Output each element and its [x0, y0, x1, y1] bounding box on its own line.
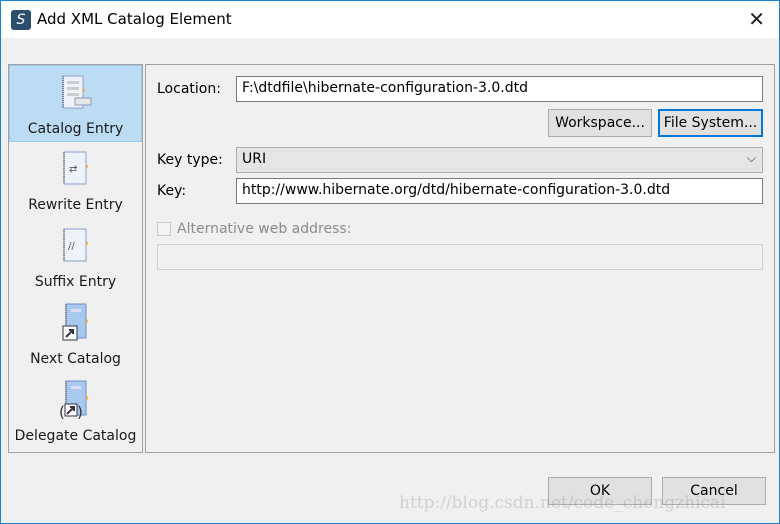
svg-text:(: ( [59, 403, 65, 421]
delegate-catalog-icon: () [59, 380, 88, 421]
key-input[interactable]: http://www.hibernate.org/dtd/hibernate-c… [236, 178, 763, 204]
workspace-button[interactable]: Workspace... [548, 109, 652, 137]
sidebar-item-label: Rewrite Entry [28, 197, 123, 213]
alternative-address-input[interactable] [157, 244, 763, 270]
svg-text:): ) [77, 403, 83, 421]
entry-form: Location: F:\dtdfile\hibernate-configura… [145, 64, 775, 453]
location-label: Location: [157, 81, 221, 97]
sidebar-item-suffix-entry[interactable]: // Suffix Entry [9, 219, 142, 296]
sidebar-item-label: Suffix Entry [34, 274, 117, 290]
sidebar-item-label: Delegate Catalog [14, 428, 137, 444]
dialog-title: Add XML Catalog Element [37, 10, 232, 28]
watermark: http://blog.csdn.net/code_chengzhicai [399, 493, 726, 513]
key-label: Key: [157, 183, 187, 199]
sidebar-item-label: Catalog Entry [27, 121, 124, 137]
suffix-entry-icon: // [63, 228, 88, 262]
sidebar-item-delegate-catalog[interactable]: () Delegate Catalog [9, 373, 142, 450]
app-icon: S [11, 10, 31, 30]
entry-type-list: Catalog Entry ⇄ Rewrite Entry // Suffix … [8, 64, 143, 453]
svg-text://: // [68, 241, 75, 252]
sidebar-item-next-catalog[interactable]: Next Catalog [9, 296, 142, 373]
catalog-entry-icon [62, 75, 92, 109]
alternative-address-label: Alternative web address: [177, 221, 352, 237]
svg-text:⇄: ⇄ [69, 164, 77, 175]
title-bar: S Add XML Catalog Element ✕ [1, 1, 779, 38]
key-type-label: Key type: [157, 152, 223, 168]
key-type-value: URI [242, 151, 267, 167]
alternative-address-checkbox[interactable] [157, 222, 171, 236]
sidebar-item-catalog-entry[interactable]: Catalog Entry [9, 65, 142, 142]
file-system-button[interactable]: File System... [658, 109, 763, 137]
rewrite-entry-icon: ⇄ [63, 151, 88, 185]
sidebar-item-rewrite-entry[interactable]: ⇄ Rewrite Entry [9, 142, 142, 219]
location-input[interactable]: F:\dtdfile\hibernate-configuration-3.0.d… [236, 76, 763, 102]
key-type-select[interactable]: URI ⌵ [236, 147, 763, 173]
dialog-window: S Add XML Catalog Element ✕ Catalog Entr… [0, 0, 780, 524]
next-catalog-icon [62, 303, 88, 341]
close-button[interactable]: ✕ [748, 7, 765, 31]
chevron-down-icon: ⌵ [746, 151, 756, 165]
sidebar-item-label: Next Catalog [30, 351, 121, 367]
